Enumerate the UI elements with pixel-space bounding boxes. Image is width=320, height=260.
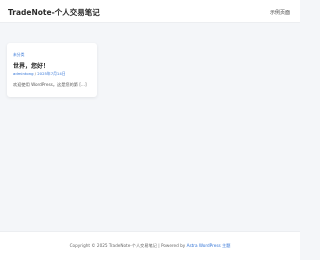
post-title[interactable]: 世界，您好！ [13,61,49,70]
site-header: TradeNote-个人交易笔记 示例页面 [0,0,300,23]
footer-theme-link[interactable]: Astra WordPress 主题 [187,243,231,248]
post-card: 未分类 世界，您好！ admintong / 2025年7月14日 欢迎使用 W… [7,43,97,97]
post-category-link[interactable]: 未分类 [13,52,24,58]
nav-link-sample-page[interactable]: 示例页面 [270,9,290,16]
footer-copyright: Copyright © 2025 TradeNote-个人交易笔记 | Powe… [0,243,300,249]
site-footer: Copyright © 2025 TradeNote-个人交易笔记 | Powe… [0,231,300,260]
footer-copyright-text: Copyright © 2025 TradeNote-个人交易笔记 | Powe… [69,243,186,248]
site-title[interactable]: TradeNote-个人交易笔记 [8,7,100,18]
post-author-link[interactable]: admintong [13,71,34,76]
post-meta: admintong / 2025年7月14日 [13,71,66,77]
post-excerpt: 欢迎使用 WordPress。这是您的第 [...] [13,82,87,87]
post-date-link[interactable]: 2025年7月14日 [37,71,65,76]
post-meta-separator: / [34,71,37,76]
